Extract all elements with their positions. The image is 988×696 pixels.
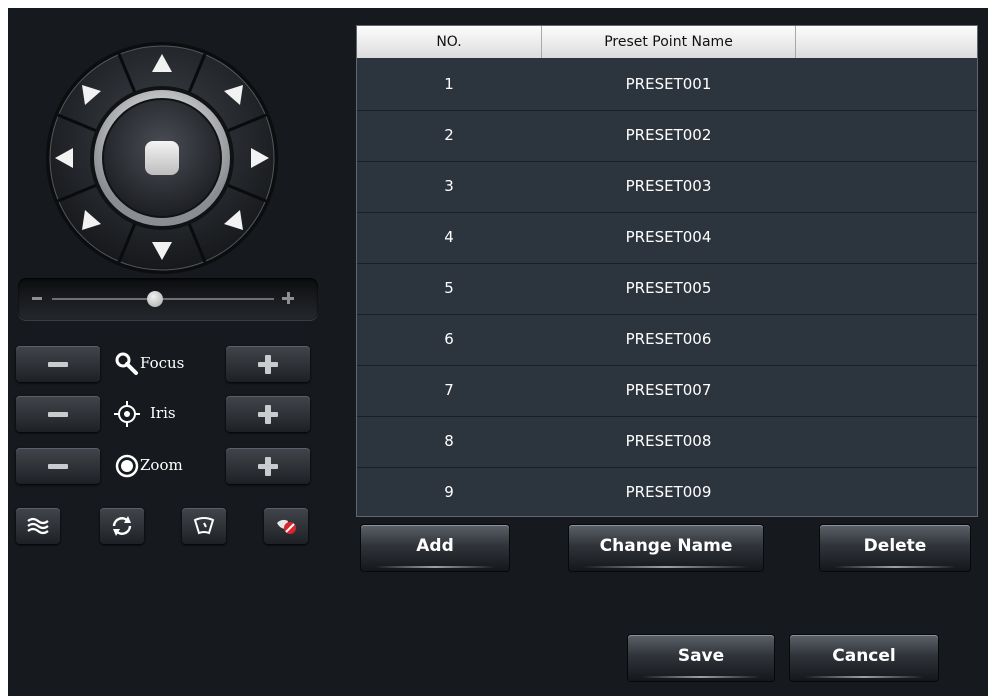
iris-icon: [114, 401, 140, 427]
ptz-down-right-button[interactable]: [216, 203, 250, 237]
arrow-left-icon: [55, 148, 73, 168]
ptz-up-button[interactable]: [145, 48, 179, 82]
slider-handle[interactable]: [147, 291, 163, 307]
preset-name-cell: PRESET003: [625, 177, 712, 195]
zoom-plus-button[interactable]: [226, 448, 310, 484]
clear-button[interactable]: [264, 508, 308, 544]
iris-plus-button[interactable]: [226, 396, 310, 432]
table-row[interactable]: 9 PRESET009: [357, 467, 977, 516]
preset-number-cell: 2: [444, 126, 454, 144]
arrow-down-left-icon: [82, 210, 101, 230]
plus-icon: [282, 292, 294, 304]
preset-name-cell: PRESET004: [625, 228, 712, 246]
zoom-minus-button[interactable]: [16, 448, 100, 484]
ptz-left-button[interactable]: [48, 141, 82, 175]
table-row[interactable]: 4 PRESET004: [357, 212, 977, 264]
table-row[interactable]: 5 PRESET005: [357, 263, 977, 315]
ptz-stop-button[interactable]: [145, 141, 179, 175]
zoom-label: Zoom: [140, 456, 183, 474]
preset-number-cell: 3: [444, 177, 454, 195]
preset-number-cell: 6: [444, 330, 454, 348]
ptz-up-right-button[interactable]: [216, 78, 250, 112]
column-header-no[interactable]: NO.: [357, 26, 542, 58]
arrow-up-left-icon: [82, 85, 101, 105]
focus-control: Focus: [16, 346, 318, 384]
arrow-down-right-icon: [224, 210, 243, 230]
table-row[interactable]: 6 PRESET006: [357, 314, 977, 366]
auto-scan-icon: [112, 516, 132, 536]
minus-icon: [48, 362, 68, 367]
add-button[interactable]: Add: [361, 525, 509, 571]
arrow-up-right-icon: [224, 85, 243, 105]
preset-number-cell: 1: [444, 75, 454, 93]
minus-icon: [48, 464, 68, 469]
iris-minus-button[interactable]: [16, 396, 100, 432]
auto-scan-button[interactable]: [100, 508, 144, 544]
save-button[interactable]: Save: [628, 635, 774, 681]
focus-label: Focus: [140, 354, 185, 372]
ptz-dial: [44, 40, 280, 276]
ptz-down-button[interactable]: [145, 232, 179, 266]
preset-name-cell: PRESET001: [625, 75, 712, 93]
zoom-control: Zoom: [16, 448, 318, 486]
wiper-icon: [27, 517, 49, 535]
table-row[interactable]: 3 PRESET003: [357, 161, 977, 213]
preset-name-cell: PRESET002: [625, 126, 712, 144]
iris-label: Iris: [150, 404, 176, 422]
minus-icon: [32, 297, 42, 300]
preset-number-cell: 5: [444, 279, 454, 297]
ptz-up-left-button[interactable]: [75, 78, 109, 112]
wiper-button[interactable]: [16, 508, 60, 544]
preset-number-cell: 7: [444, 381, 454, 399]
column-header-blank: [796, 26, 977, 58]
ptz-right-button[interactable]: [242, 141, 276, 175]
zoom-icon: [115, 454, 139, 478]
ptz-down-left-button[interactable]: [75, 203, 109, 237]
slider-track: [52, 298, 274, 300]
focus-icon: [115, 352, 138, 375]
arrow-down-icon: [152, 242, 172, 260]
cancel-button[interactable]: Cancel: [790, 635, 938, 681]
minus-icon: [48, 412, 68, 417]
preset-name-cell: PRESET005: [625, 279, 712, 297]
preset-name-cell: PRESET006: [625, 330, 712, 348]
preset-name-cell: PRESET009: [625, 483, 712, 501]
light-icon: [193, 517, 215, 535]
focus-minus-button[interactable]: [16, 346, 100, 382]
clear-icon: [277, 519, 296, 534]
table-row[interactable]: 8 PRESET008: [357, 416, 977, 468]
focus-plus-button[interactable]: [226, 346, 310, 382]
table-row[interactable]: 2 PRESET002: [357, 110, 977, 162]
iris-control: Iris: [16, 396, 318, 434]
table-row[interactable]: 1 PRESET001: [357, 59, 977, 111]
preset-number-cell: 4: [444, 228, 454, 246]
ptz-preset-panel: Focus Iris Zoom NO. Preset Point Name 1 …: [8, 8, 988, 696]
arrow-up-icon: [152, 54, 172, 72]
column-header-preset-name[interactable]: Preset Point Name: [542, 26, 796, 58]
arrow-right-icon: [251, 148, 269, 168]
preset-number-cell: 8: [444, 432, 454, 450]
change-name-button[interactable]: Change Name: [569, 525, 763, 571]
table-row[interactable]: 7 PRESET007: [357, 365, 977, 417]
preset-name-cell: PRESET008: [625, 432, 712, 450]
delete-button[interactable]: Delete: [820, 525, 970, 571]
preset-name-cell: PRESET007: [625, 381, 712, 399]
preset-table: NO. Preset Point Name 1 PRESET001 2 PRESET0…: [356, 25, 978, 517]
light-button[interactable]: [182, 508, 226, 544]
preset-number-cell: 9: [444, 483, 454, 501]
ptz-speed-slider[interactable]: [18, 278, 318, 320]
table-header: NO. Preset Point Name: [357, 26, 977, 58]
